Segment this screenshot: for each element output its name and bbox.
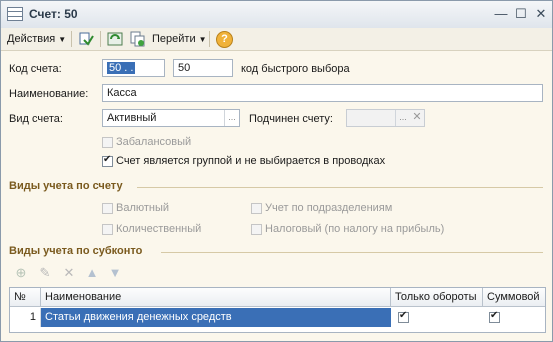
quantity-label: Количественный (116, 223, 202, 235)
actions-menu-button[interactable]: Действия ▼ (7, 30, 66, 48)
code-input[interactable]: 50 . . (102, 59, 165, 77)
restore-icon[interactable]: ☐ (513, 6, 529, 22)
name-input[interactable]: Касса (102, 84, 543, 102)
column-header-name[interactable]: Наименование (41, 288, 391, 307)
minimize-icon[interactable]: — (493, 6, 509, 22)
subconto-table[interactable]: № Наименование Только обороты Суммовой 1… (9, 287, 546, 333)
type-value: Активный (107, 112, 157, 124)
account-window: Счет: 50 — ☐ ✕ Действия ▼ Перейти ▼ ? Ко… (0, 0, 553, 342)
offbalance-label: Забалансовый (116, 136, 192, 148)
section-divider (161, 252, 543, 253)
offbalance-checkbox[interactable] (102, 137, 113, 148)
group-label: Счет является группой и не выбирается в … (116, 155, 386, 167)
parent-label: Подчинен счету: (249, 113, 333, 125)
ellipsis-icon[interactable]: ... (395, 110, 410, 126)
type-label: Вид счета: (9, 113, 63, 125)
move-up-icon[interactable]: ▲ (84, 265, 100, 281)
name-label: Наименование: (9, 88, 89, 100)
group-checkbox[interactable] (102, 154, 113, 167)
delete-icon[interactable]: ✕ (61, 265, 77, 281)
toolbar-divider (209, 31, 210, 47)
code-label: Код счета: (9, 63, 62, 75)
turnover-only-checkbox[interactable] (398, 310, 409, 323)
clear-icon[interactable]: ✕ (410, 110, 424, 126)
quick-code-label: код быстрого выбора (241, 63, 350, 75)
post-icon[interactable] (78, 31, 94, 47)
copy-icon[interactable] (129, 31, 145, 47)
tax-checkbox[interactable] (251, 224, 262, 235)
goto-menu-button[interactable]: Перейти ▼ (152, 30, 207, 48)
chevron-down-icon: ▼ (58, 35, 67, 44)
window-icon (7, 7, 23, 21)
quantity-checkbox[interactable] (102, 224, 113, 235)
close-icon[interactable]: ✕ (533, 6, 549, 22)
chevron-down-icon: ▼ (198, 35, 207, 44)
section-divider (137, 187, 543, 188)
type-select[interactable]: Активный ... (102, 109, 240, 127)
tax-label: Налоговый (по налогу на прибыль) (265, 223, 445, 235)
column-header-sum[interactable]: Суммовой (483, 288, 545, 307)
row-name[interactable]: Статьи движения денежных средств (41, 308, 391, 327)
currency-label: Валютный (116, 202, 170, 214)
ellipsis-icon[interactable]: ... (224, 110, 239, 126)
goto-label: Перейти (152, 33, 196, 45)
help-icon[interactable]: ? (216, 31, 233, 48)
column-header-number[interactable]: № (10, 288, 41, 307)
sum-checkbox[interactable] (489, 310, 500, 323)
column-header-turnover-only[interactable]: Только обороты (391, 288, 483, 307)
add-icon[interactable]: ⊕ (13, 265, 29, 281)
toolbar-divider (71, 31, 72, 47)
refresh-icon[interactable] (107, 31, 123, 47)
row-number: 1 (10, 308, 41, 327)
code-value: 50 . . (107, 62, 136, 74)
subconto-title: Виды учета по субконто (9, 245, 143, 257)
edit-icon[interactable]: ✎ (37, 265, 53, 281)
toolbar: Действия ▼ Перейти ▼ ? (1, 28, 552, 51)
move-down-icon[interactable]: ▼ (107, 265, 123, 281)
currency-checkbox[interactable] (102, 203, 113, 214)
title-bar: Счет: 50 — ☐ ✕ (1, 1, 552, 29)
toolbar-divider (100, 31, 101, 47)
actions-label: Действия (7, 33, 56, 45)
by-department-checkbox[interactable] (251, 203, 262, 214)
accounting-kinds-title: Виды учета по счету (9, 180, 123, 192)
parent-account-input[interactable]: ... ✕ (346, 109, 425, 127)
quick-code-input[interactable]: 50 (173, 59, 233, 77)
by-department-label: Учет по подразделениям (265, 202, 393, 214)
window-title: Счет: 50 (29, 7, 78, 21)
